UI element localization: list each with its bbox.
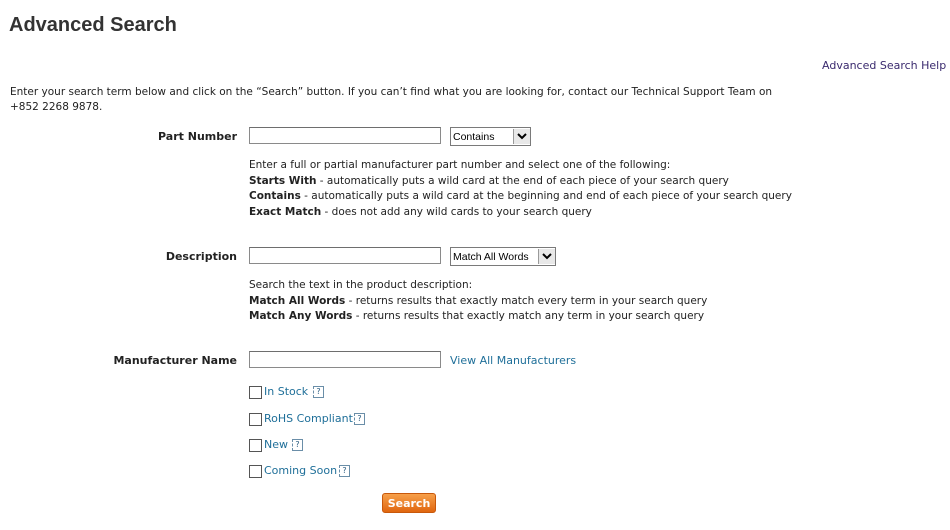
in-stock-label[interactable]: In Stock [264,385,308,398]
description-input[interactable] [249,247,441,264]
intro-text: Enter your search term below and click o… [10,86,773,113]
description-match-select[interactable]: Match All Words [450,247,556,266]
description-hint: Search the text in the product descripti… [249,278,707,325]
part-number-input[interactable] [249,127,441,144]
chevron-down-icon [513,129,530,144]
new-checkbox[interactable] [249,439,262,452]
hint-option: Exact Match - does not add any wild card… [249,205,592,218]
page-title: Advanced Search [9,14,177,36]
manufacturer-input[interactable] [249,351,441,368]
coming-soon-label[interactable]: Coming Soon [264,464,337,477]
hint-option: Match All Words - returns results that e… [249,294,708,307]
view-all-manufacturers-link[interactable]: View All Manufacturers [450,354,576,367]
help-icon[interactable]: ? [313,386,324,398]
hint-option: Starts With - automatically puts a wild … [249,174,729,187]
advanced-search-help-link[interactable]: Advanced Search Help [822,59,946,72]
help-icon[interactable]: ? [292,439,303,451]
help-icon[interactable]: ? [339,465,350,477]
part-number-hint-intro: Enter a full or partial manufacturer par… [249,159,671,171]
description-label: Description [165,250,237,263]
help-icon[interactable]: ? [354,413,365,425]
part-number-hint: Enter a full or partial manufacturer par… [249,158,792,220]
manufacturer-label: Manufacturer Name [113,354,237,367]
part-number-match-select[interactable]: Contains [450,127,531,146]
chevron-down-icon [538,249,555,264]
rohs-compliant-label[interactable]: RoHS Compliant [264,412,353,425]
part-number-match-value: Contains [453,130,495,143]
rohs-compliant-checkbox[interactable] [249,413,262,426]
part-number-label: Part Number [158,130,237,143]
search-button[interactable]: Search [382,493,436,513]
description-hint-intro: Search the text in the product descripti… [249,279,473,291]
description-match-value: Match All Words [453,250,529,263]
hint-option: Match Any Words - returns results that e… [249,310,705,322]
in-stock-checkbox[interactable] [249,386,262,399]
new-label[interactable]: New [264,438,288,451]
hint-option: Contains - automatically puts a wild car… [249,190,792,202]
coming-soon-checkbox[interactable] [249,465,262,478]
